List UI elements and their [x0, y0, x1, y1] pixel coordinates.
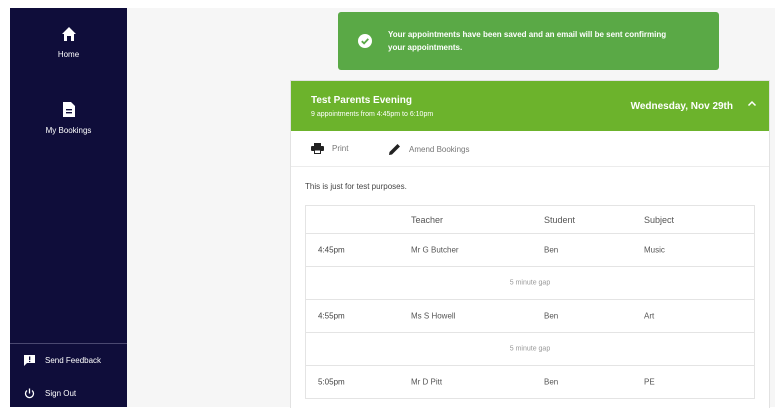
sign-out-button[interactable]: Sign Out [24, 388, 76, 399]
feedback-icon [24, 355, 35, 366]
table-row: 4:45pm Mr G Butcher Ben Music [306, 234, 754, 267]
appointment-subject: Music [644, 245, 665, 255]
send-feedback-label: Send Feedback [45, 356, 102, 365]
table-header-row: Teacher Student Subject [306, 206, 754, 234]
printer-icon [311, 143, 324, 154]
pencil-icon [389, 144, 400, 155]
nav-home[interactable]: Home [10, 26, 127, 59]
amend-bookings-button[interactable]: Amend Bookings [389, 143, 469, 155]
document-icon [62, 102, 75, 117]
nav-my-bookings-label: My Bookings [45, 126, 92, 135]
table-row: 4:55pm Ms S Howell Ben Art [306, 300, 754, 333]
header-teacher: Teacher [411, 214, 444, 225]
appointment-student: Ben [544, 245, 559, 255]
event-header[interactable]: Test Parents Evening 9 appointments from… [291, 81, 769, 131]
gap-row: 5 minute gap [306, 267, 754, 300]
print-button[interactable]: Print [311, 143, 348, 154]
home-icon [61, 27, 76, 41]
event-card: Test Parents Evening 9 appointments from… [290, 80, 770, 408]
sign-out-label: Sign Out [45, 389, 77, 398]
appointment-student: Ben [544, 311, 559, 321]
appointment-time: 5:05pm [318, 377, 345, 387]
power-icon [24, 388, 35, 399]
sidebar: Home My Bookings Send Feedback Sign Out [10, 8, 127, 407]
header-subject: Subject [644, 214, 675, 225]
amend-bookings-label: Amend Bookings [409, 144, 470, 154]
nav-home-label: Home [57, 50, 80, 59]
check-circle-icon [358, 34, 372, 48]
event-description: This is just for test purposes. [305, 182, 407, 191]
success-alert: Your appointments have been saved and an… [338, 12, 719, 70]
appointment-subject: Art [644, 311, 655, 321]
event-subtitle: 9 appointments from 4:45pm to 6:10pm [311, 111, 434, 118]
appointment-teacher: Mr G Butcher [411, 245, 459, 255]
alert-message: Your appointments have been saved and an… [388, 30, 667, 52]
appointment-student: Ben [544, 377, 559, 387]
sidebar-divider [10, 343, 127, 344]
event-title: Test Parents Evening [311, 95, 412, 106]
print-label: Print [332, 144, 349, 153]
gap-row: 5 minute gap [306, 333, 754, 366]
header-student: Student [544, 214, 576, 225]
send-feedback-button[interactable]: Send Feedback [24, 355, 101, 366]
gap-label: 5 minute gap [509, 279, 551, 287]
appointment-time: 4:45pm [318, 245, 345, 255]
appointments-table: Teacher Student Subject 4:45pm Mr G Butc… [305, 205, 755, 399]
nav-my-bookings[interactable]: My Bookings [10, 101, 127, 135]
appointment-subject: PE [644, 377, 655, 387]
appointment-teacher: Mr D Pitt [411, 377, 443, 387]
appointment-teacher: Ms S Howell [411, 311, 456, 321]
event-toolbar: Print Amend Bookings [291, 131, 769, 167]
chevron-up-icon[interactable] [747, 99, 757, 109]
table-row: 5:05pm Mr D Pitt Ben PE [306, 366, 754, 399]
event-date: Wednesday, Nov 29th [630, 101, 733, 112]
appointment-time: 4:55pm [318, 311, 345, 321]
gap-label: 5 minute gap [509, 345, 551, 353]
